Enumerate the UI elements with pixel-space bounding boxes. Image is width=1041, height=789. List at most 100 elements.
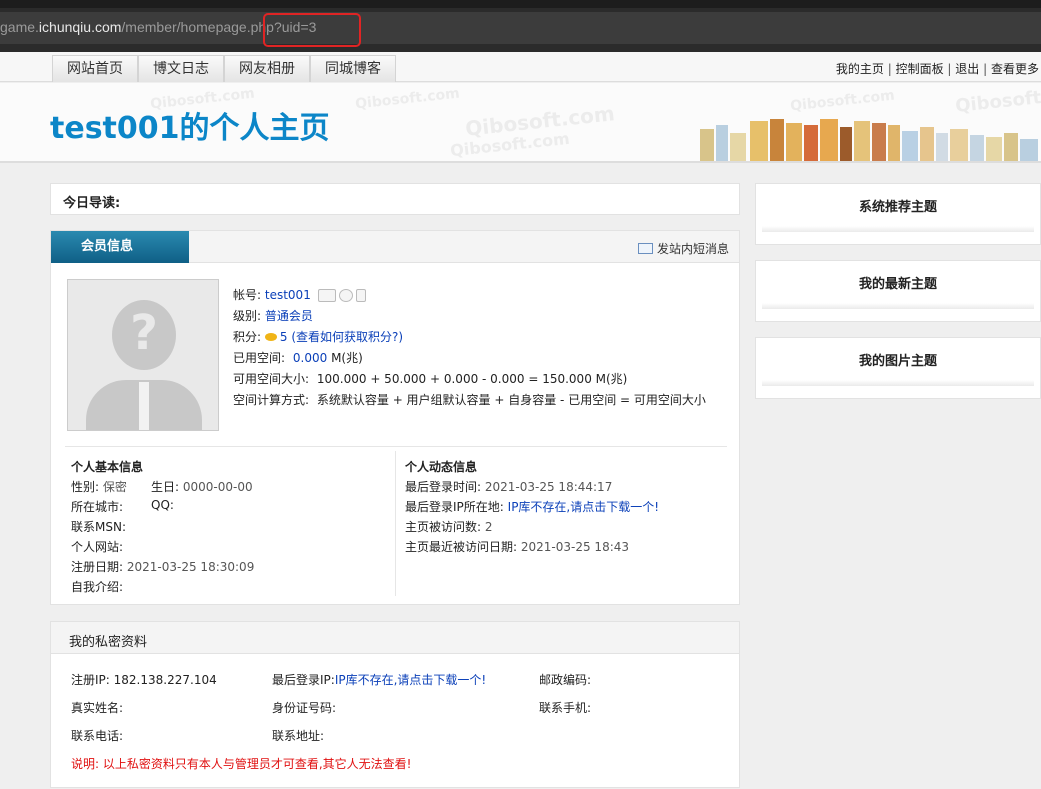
tab-album[interactable]: 网友相册 xyxy=(224,55,310,82)
gender-row: 性别: 保密 xyxy=(71,478,127,495)
tab-local-blog[interactable]: 同城博客 xyxy=(310,55,396,82)
register-date-value: 2021-03-25 18:30:09 xyxy=(126,560,255,574)
browser-address-bar: game.ichunqiu.com/member/homepage.php?ui… xyxy=(0,0,1041,52)
city-label: 所在城市: xyxy=(71,500,124,514)
control-panel-link[interactable]: 控制面板 xyxy=(896,62,944,76)
msn-label: 联系MSN: xyxy=(71,520,126,534)
points-value: 5 xyxy=(279,330,288,344)
today-guide-label: 今日导读: xyxy=(63,196,121,211)
my-homepage-link[interactable]: 我的主页 xyxy=(836,62,884,76)
last-login-row: 最后登录时间: 2021-03-25 18:44:17 xyxy=(405,478,612,495)
zip-label: 邮政编码: xyxy=(539,673,592,687)
real-name-label: 真实姓名: xyxy=(71,701,124,715)
send-message-link[interactable]: 发站内短消息 xyxy=(637,240,729,257)
points-label: 积分: xyxy=(233,330,262,344)
account-label: 帐号: xyxy=(233,288,262,302)
private-info-title: 我的私密资料 xyxy=(69,635,148,650)
last-login-label: 最后登录时间: xyxy=(405,480,482,494)
ip-db-download-link[interactable]: IP库不存在,请点击下载一个! xyxy=(508,500,659,514)
url-highlight-box xyxy=(263,13,361,47)
member-info-header: 会员信息 发站内短消息 xyxy=(51,231,739,263)
watermark: Qibosoft.com xyxy=(954,83,1041,117)
visits-row: 主页被访问数: 2 xyxy=(405,518,493,535)
private-info-header: 我的私密资料 xyxy=(51,622,739,654)
available-space-row: 可用空间大小: 100.000 + 50.000 + 0.000 - 0.000… xyxy=(233,370,627,387)
latest-topics-title: 我的最新主题 xyxy=(858,277,937,292)
level-label: 级别: xyxy=(233,309,262,323)
register-date-label: 注册日期: xyxy=(71,560,124,574)
question-mark-icon: ? xyxy=(130,305,158,361)
intro-label: 自我介绍: xyxy=(71,580,124,594)
birthday-label: 生日: xyxy=(151,480,180,494)
avatar-tie xyxy=(139,382,149,430)
available-space-value: 100.000 + 50.000 + 0.000 - 0.000 = 150.0… xyxy=(316,372,628,386)
url-path: /member/homepage.php xyxy=(121,19,274,35)
envelope-icon xyxy=(637,243,653,254)
member-info-panel: 会员信息 发站内短消息 ? 帐号: test001 级别: 普通会员 积分: 5… xyxy=(50,230,740,605)
register-ip-label: 注册IP: xyxy=(71,673,110,687)
website-label: 个人网站: xyxy=(71,540,124,554)
photo-topics-title: 我的图片主题 xyxy=(858,354,937,369)
account-link[interactable]: test001 xyxy=(265,288,311,302)
tab-blog[interactable]: 博文日志 xyxy=(138,55,224,82)
last-login-value: 2021-03-25 18:44:17 xyxy=(484,480,613,494)
gender-value: 保密 xyxy=(102,480,127,494)
private-last-ip-label: 最后登录IP: xyxy=(272,673,335,687)
privacy-note: 说明: 以上私密资料只有本人与管理员才可查看,其它人无法查看! xyxy=(71,757,412,771)
used-space-row: 已用空间: 0.000 M(兆) xyxy=(233,349,363,366)
top-nav: 网站首页 博文日志 网友相册 同城博客 我的主页 | 控制面板 | 退出 | 查… xyxy=(0,52,1041,82)
panel-shadow-line xyxy=(762,226,1034,232)
mobile-label: 联系手机: xyxy=(539,701,592,715)
last-visit-row: 主页最近被访问日期: 2021-03-25 18:43 xyxy=(405,538,629,555)
space-calc-value: 系统默认容量 + 用户组默认容量 + 自身容量 - 已用空间 = 可用空间大小 xyxy=(316,393,706,407)
qq-label: QQ: xyxy=(151,498,174,512)
activity-info-title: 个人动态信息 xyxy=(405,460,478,474)
last-visit-label: 主页最近被访问日期: xyxy=(405,540,518,554)
last-ip-label: 最后登录IP所在地: xyxy=(405,500,504,514)
browser-top-strip xyxy=(0,0,1041,8)
sidebar-recommended-topics: 系统推荐主题 xyxy=(755,183,1041,245)
homepage-banner: Qibosoft.com Qibosoft.com Qibosoft.com Q… xyxy=(0,83,1041,163)
account-row: 帐号: test001 xyxy=(233,286,366,303)
url-domain: ichunqiu.com xyxy=(38,19,122,35)
view-more-link[interactable]: 查看更多 xyxy=(991,62,1039,76)
watermark: Qibosoft.com xyxy=(789,87,896,115)
note-icon[interactable] xyxy=(355,289,366,302)
coin-icon xyxy=(264,333,277,341)
column-divider xyxy=(395,451,396,596)
panel-shadow-line xyxy=(762,303,1034,309)
used-space-label: 已用空间: xyxy=(233,351,286,365)
visits-value: 2 xyxy=(484,520,493,534)
tab-home[interactable]: 网站首页 xyxy=(52,55,138,82)
books-illustration xyxy=(640,113,1041,161)
level-value[interactable]: 普通会员 xyxy=(265,309,313,323)
points-row: 积分: 5 (查看如何获取积分?) xyxy=(233,328,403,345)
message-icon[interactable] xyxy=(338,289,353,302)
points-help-link[interactable]: (查看如何获取积分?) xyxy=(291,330,403,344)
today-guide-panel: 今日导读: xyxy=(50,183,740,215)
register-ip-value: 182.138.227.104 xyxy=(113,673,217,687)
sidebar-latest-topics: 我的最新主题 xyxy=(755,260,1041,322)
profile-card-icon[interactable] xyxy=(317,289,336,302)
birthday-row: 生日: 0000-00-00 xyxy=(151,478,253,495)
phone-label: 联系电话: xyxy=(71,729,124,743)
space-calc-row: 空间计算方式: 系统默认容量 + 用户组默认容量 + 自身容量 - 已用空间 =… xyxy=(233,391,706,408)
register-date-row: 注册日期: 2021-03-25 18:30:09 xyxy=(71,558,254,575)
sidebar-photo-topics: 我的图片主题 xyxy=(755,337,1041,399)
member-info-title: 会员信息 xyxy=(51,231,189,263)
birthday-value: 0000-00-00 xyxy=(182,480,253,494)
used-space-value: 0.000 xyxy=(292,351,328,365)
section-divider xyxy=(65,446,727,447)
send-message-label: 发站内短消息 xyxy=(656,242,729,256)
level-row: 级别: 普通会员 xyxy=(233,307,313,324)
user-links: 我的主页 | 控制面板 | 退出 | 查看更多 xyxy=(835,62,1039,76)
url-prefix: game. xyxy=(0,19,39,35)
panel-shadow-line xyxy=(762,380,1034,386)
last-visit-value: 2021-03-25 18:43 xyxy=(520,540,630,554)
logout-link[interactable]: 退出 xyxy=(955,62,979,76)
recommended-topics-title: 系统推荐主题 xyxy=(858,200,937,215)
address-label: 联系地址: xyxy=(272,729,325,743)
basic-info-title: 个人基本信息 xyxy=(71,460,144,474)
private-ip-db-link[interactable]: IP库不存在,请点击下载一个! xyxy=(335,673,486,687)
last-ip-row: 最后登录IP所在地: IP库不存在,请点击下载一个! xyxy=(405,498,659,515)
